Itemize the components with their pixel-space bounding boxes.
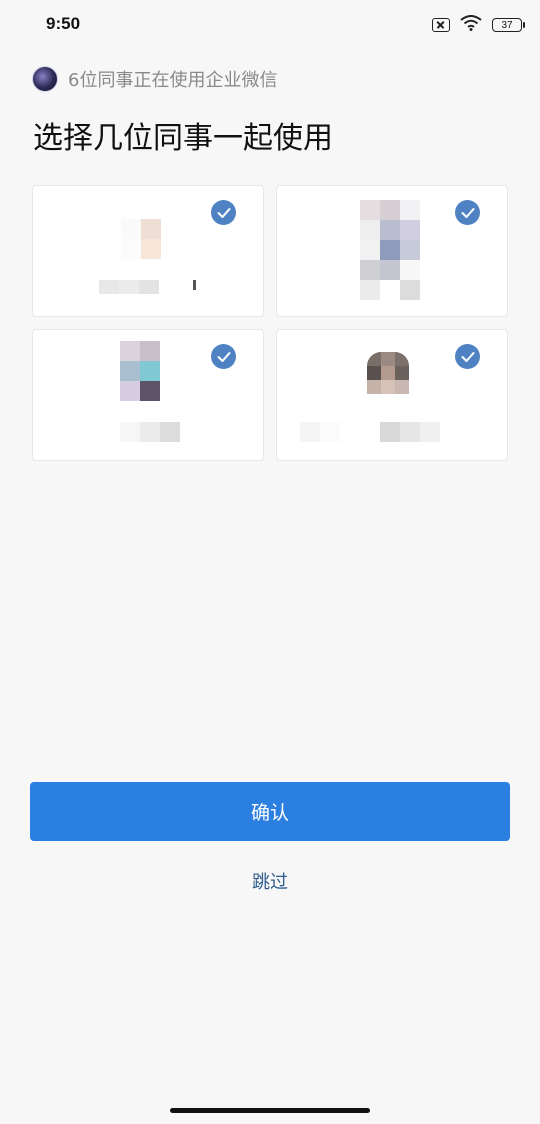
avatar [360, 200, 420, 300]
status-icons: 37 [432, 15, 525, 35]
check-icon[interactable] [455, 344, 480, 369]
battery-icon: 37 [492, 18, 525, 32]
colleague-name [300, 422, 440, 442]
avatar [121, 219, 161, 259]
colleague-card[interactable] [32, 329, 264, 461]
skip-link[interactable]: 跳过 [0, 868, 540, 894]
sim-off-icon [432, 18, 450, 32]
colleague-card[interactable] [276, 329, 508, 461]
check-icon[interactable] [455, 200, 480, 225]
status-bar: 9:50 37 [0, 0, 540, 50]
confirm-button[interactable]: 确认 [30, 782, 510, 841]
page-title: 选择几位同事一起使用 [33, 121, 333, 156]
colleague-card[interactable] [276, 185, 508, 317]
colleague-name [99, 280, 196, 294]
colleague-name [120, 422, 180, 442]
company-line: 6位同事正在使用企业微信 [32, 66, 277, 92]
check-icon[interactable] [211, 200, 236, 225]
battery-level: 37 [501, 19, 513, 31]
check-icon[interactable] [211, 344, 236, 369]
colleague-grid [32, 185, 508, 461]
avatar [120, 341, 160, 401]
company-logo [32, 66, 58, 92]
avatar [367, 352, 409, 394]
skip-label[interactable]: 跳过 [252, 872, 288, 893]
status-time: 9:50 [46, 14, 81, 33]
home-indicator[interactable] [170, 1108, 370, 1113]
colleague-card[interactable] [32, 185, 264, 317]
company-usage-text: 6位同事正在使用企业微信 [68, 70, 278, 91]
wifi-icon [460, 15, 482, 35]
